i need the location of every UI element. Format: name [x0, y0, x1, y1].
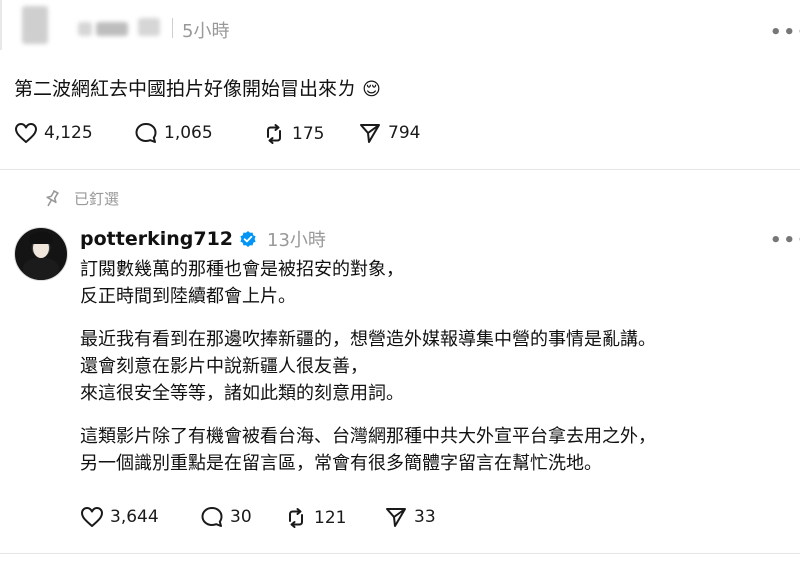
comment-button[interactable]: 1,065	[134, 122, 213, 144]
reply-line: 來這很安全等等，諸如此類的刻意用詞。	[80, 383, 404, 404]
blurred-username[interactable]	[96, 22, 128, 36]
reply-line: 另一個識別重點是在留言區，常會有很多簡體字留言在幫忙洗地。	[80, 453, 602, 474]
like-count: 4,125	[44, 123, 93, 143]
more-options-icon[interactable]: •••	[770, 24, 800, 42]
share-button[interactable]: 33	[384, 506, 436, 528]
share-icon	[384, 506, 408, 528]
heart-icon	[14, 122, 38, 144]
post-divider	[0, 169, 800, 170]
reply-divider	[0, 553, 800, 554]
post-actions: 4,125 1,065 175 794	[14, 122, 514, 148]
share-count: 33	[414, 507, 436, 527]
avatar[interactable]	[14, 227, 68, 281]
pinned-indicator: 已釘選	[42, 188, 119, 209]
comment-icon	[200, 506, 224, 528]
repost-button[interactable]: 121	[284, 506, 346, 530]
comment-count: 30	[230, 507, 252, 527]
repost-button[interactable]: 175	[262, 122, 324, 146]
post-header: 5小時 •••	[0, 0, 800, 60]
post-text-content: 第二波網紅去中國拍片好像開始冒出來ㄌ	[14, 78, 357, 100]
share-button[interactable]: 794	[358, 122, 420, 144]
heart-icon	[80, 506, 104, 528]
blurred-avatar[interactable]	[22, 6, 48, 44]
reply-actions: 3,644 30 121 33	[80, 506, 580, 532]
post-time: 5小時	[182, 21, 230, 42]
reply-paragraph: 訂閱數幾萬的那種也會是被招安的對象， 反正時間到陸續都會上片。	[80, 256, 790, 310]
share-count: 794	[388, 123, 421, 143]
comment-button[interactable]: 30	[200, 506, 252, 528]
pinned-label: 已釘選	[74, 190, 120, 208]
post-text: 第二波網紅去中國拍片好像開始冒出來ㄌ 😌	[14, 74, 381, 101]
reply-line: 這類影片除了有機會被看台海、台灣網那種中共大外宣平台拿去用之外，	[80, 426, 656, 447]
reply-line: 還會刻意在影片中說新疆人很友善，	[80, 356, 368, 377]
repost-count: 175	[292, 124, 325, 144]
share-icon	[358, 122, 382, 144]
reply-time: 13小時	[267, 230, 326, 251]
reply-paragraph: 這類影片除了有機會被看台海、台灣網那種中共大外宣平台拿去用之外， 另一個識別重點…	[80, 423, 790, 477]
reply-header: potterking712 13小時	[80, 226, 326, 252]
like-button[interactable]: 3,644	[80, 506, 159, 528]
thread-line	[0, 0, 2, 50]
reply-body: 訂閱數幾萬的那種也會是被招安的對象， 反正時間到陸續都會上片。 最近我有看到在那…	[80, 256, 790, 477]
more-options-icon[interactable]: •••	[770, 232, 800, 250]
relieved-face-emoji: 😌	[362, 79, 381, 100]
repost-icon	[262, 122, 286, 146]
pin-icon	[42, 189, 62, 209]
reply-line: 最近我有看到在那邊吹捧新疆的，想營造外媒報導集中營的事情是亂講。	[80, 329, 656, 350]
reply-line: 訂閱數幾萬的那種也會是被招安的對象，	[80, 259, 404, 280]
like-button[interactable]: 4,125	[14, 122, 93, 144]
reply-line: 反正時間到陸續都會上片。	[80, 286, 296, 307]
blurred-username[interactable]	[138, 18, 160, 36]
like-count: 3,644	[110, 507, 159, 527]
repost-icon	[284, 506, 308, 530]
comment-icon	[134, 122, 158, 144]
repost-count: 121	[314, 508, 347, 528]
header-separator	[172, 18, 173, 38]
verified-badge-icon	[239, 230, 257, 248]
comment-count: 1,065	[164, 123, 213, 143]
reply-paragraph: 最近我有看到在那邊吹捧新疆的，想營造外媒報導集中營的事情是亂講。 還會刻意在影片…	[80, 326, 790, 407]
reply-username[interactable]: potterking712	[80, 228, 233, 250]
blurred-username[interactable]	[78, 22, 92, 36]
